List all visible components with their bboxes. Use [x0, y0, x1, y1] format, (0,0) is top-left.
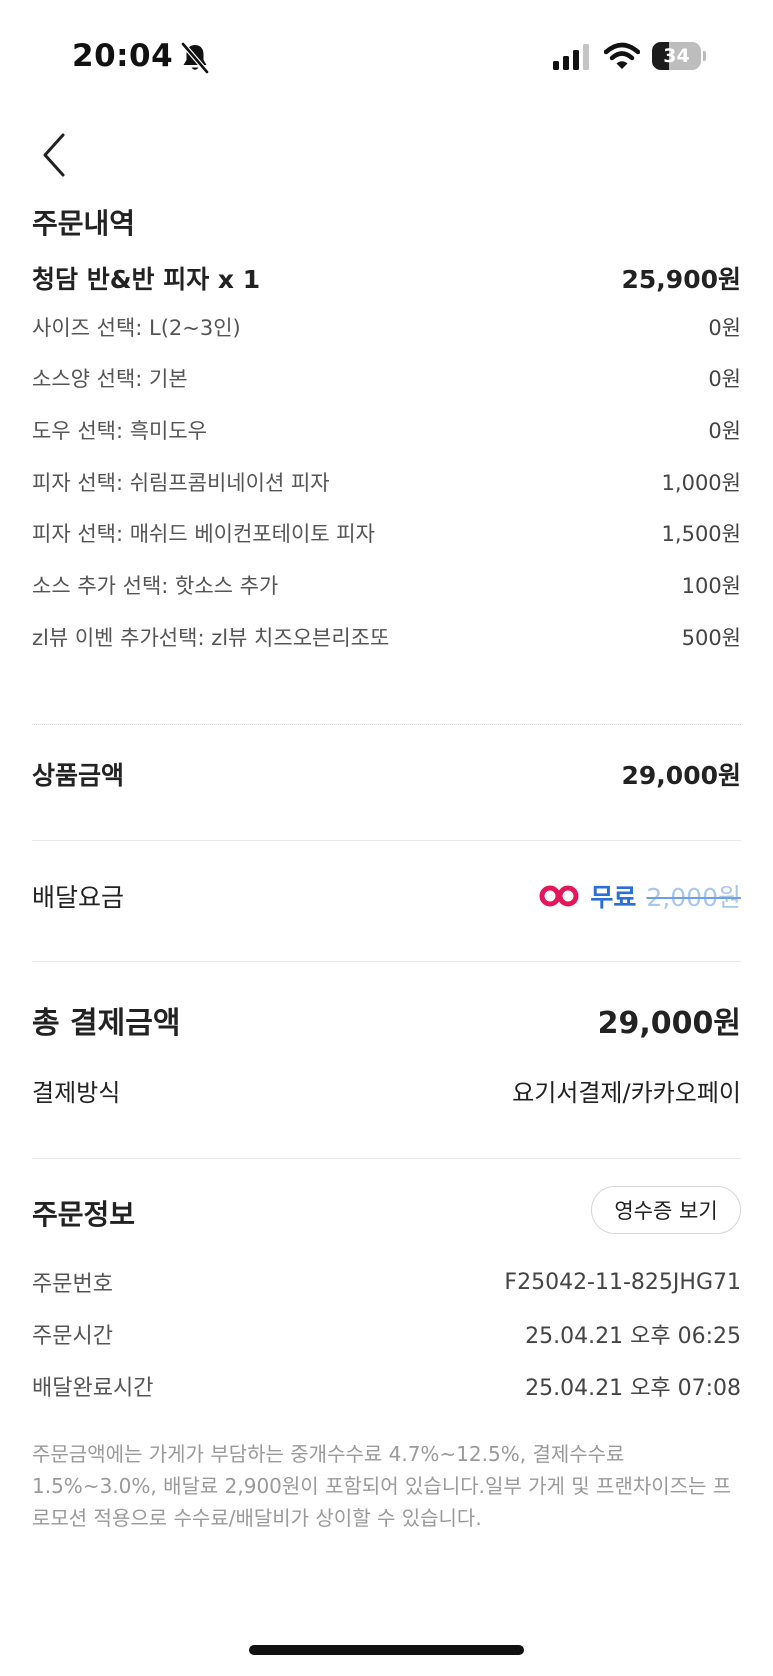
option-label: 사이즈 선택: L(2~3인) — [32, 316, 241, 340]
option-price: 500원 — [681, 626, 741, 650]
home-indicator[interactable] — [249, 1645, 524, 1655]
order-item-price: 25,900원 — [621, 265, 741, 294]
fee-notice: 주문금액에는 가게가 부담하는 중개수수료 4.7%~12.5%, 결제수수료 … — [32, 1442, 732, 1530]
order-item-row: 청담 반&반 피자 x 1 25,900원 — [32, 260, 741, 296]
order-number-value: F25042-11-825JHG71 — [504, 1269, 741, 1295]
delivery-fee-value: 무료 2,000원 — [538, 878, 741, 914]
order-time-value: 25.04.21 오후 06:25 — [525, 1324, 741, 1349]
option-label: 도우 선택: 흑미도우 — [32, 419, 207, 443]
order-time-row: 주문시간 25.04.21 오후 06:25 — [32, 1317, 741, 1351]
yopass-logo-icon — [539, 885, 579, 907]
option-price: 0원 — [708, 367, 741, 391]
divider — [32, 840, 741, 841]
free-delivery-label: 무료 — [590, 883, 637, 912]
payment-method-value: 요기서결제/카카오페이 — [512, 1078, 741, 1107]
payment-method-row: 결제방식 요기서결제/카카오페이 — [32, 1072, 741, 1108]
status-time: 20:04 — [72, 38, 174, 74]
subtotal-label: 상품금액 — [32, 761, 125, 790]
option-price: 100원 — [681, 574, 741, 598]
battery-icon: 34 — [652, 42, 706, 70]
option-label: 소스양 선택: 기본 — [32, 367, 188, 391]
back-button[interactable] — [34, 128, 80, 190]
subtotal-value: 29,000원 — [621, 761, 741, 790]
order-info-title: 주문정보 — [32, 1198, 136, 1231]
order-time-label: 주문시간 — [32, 1324, 113, 1349]
bell-slash-icon — [180, 42, 210, 74]
delivery-complete-time-value: 25.04.21 오후 07:08 — [525, 1376, 741, 1401]
option-label: zl뷰 이벤 추가선택: zl뷰 치즈오븐리조또 — [32, 626, 390, 650]
divider — [32, 1158, 741, 1159]
payment-method-label: 결제방식 — [32, 1078, 121, 1107]
option-row: 피자 선택: 매쉬드 베이컨포테이토 피자 1,500원 — [32, 517, 741, 549]
order-number-label: 주문번호 — [32, 1272, 113, 1297]
view-receipt-button[interactable]: 영수증 보기 — [591, 1186, 741, 1234]
divider — [32, 724, 741, 725]
order-item-name: 청담 반&반 피자 x 1 — [32, 265, 261, 294]
chevron-left-icon — [43, 133, 65, 177]
cellular-signal-icon — [553, 44, 589, 70]
option-price: 1,500원 — [661, 522, 741, 546]
option-label: 피자 선택: 매쉬드 베이컨포테이토 피자 — [32, 522, 375, 546]
option-price: 0원 — [708, 419, 741, 443]
original-delivery-fee: 2,000원 — [646, 883, 741, 912]
battery-level-text: 34 — [663, 45, 690, 67]
option-label: 소스 추가 선택: 핫소스 추가 — [32, 574, 279, 598]
option-price: 0원 — [708, 316, 741, 340]
option-row: 사이즈 선택: L(2~3인) 0원 — [32, 311, 741, 343]
delivery-complete-time-row: 배달완료시간 25.04.21 오후 07:08 — [32, 1369, 741, 1403]
delivery-fee-row: 배달요금 무료 2,000원 — [32, 878, 741, 914]
delivery-fee-label: 배달요금 — [32, 883, 125, 912]
status-bar: 20:04 34 — [0, 0, 773, 112]
option-row: 소스양 선택: 기본 0원 — [32, 362, 741, 394]
option-price: 1,000원 — [661, 471, 741, 495]
order-number-row: 주문번호 F25042-11-825JHG71 — [32, 1265, 741, 1299]
delivery-complete-time-label: 배달완료시간 — [32, 1376, 154, 1401]
option-row: 도우 선택: 흑미도우 0원 — [32, 414, 741, 446]
option-row: 피자 선택: 쉬림프콤비네이션 피자 1,000원 — [32, 466, 741, 498]
order-details-title: 주문내역 — [32, 207, 136, 240]
option-row: 소스 추가 선택: 핫소스 추가 100원 — [32, 569, 741, 601]
wifi-icon — [604, 42, 640, 69]
subtotal-row: 상품금액 29,000원 — [32, 756, 741, 792]
divider — [32, 961, 741, 962]
total-label: 총 결제금액 — [32, 1006, 181, 1041]
total-row: 총 결제금액 29,000원 — [32, 999, 741, 1041]
total-value: 29,000원 — [597, 1006, 741, 1041]
option-label: 피자 선택: 쉬림프콤비네이션 피자 — [32, 471, 330, 495]
option-row: zl뷰 이벤 추가선택: zl뷰 치즈오븐리조또 500원 — [32, 621, 741, 653]
